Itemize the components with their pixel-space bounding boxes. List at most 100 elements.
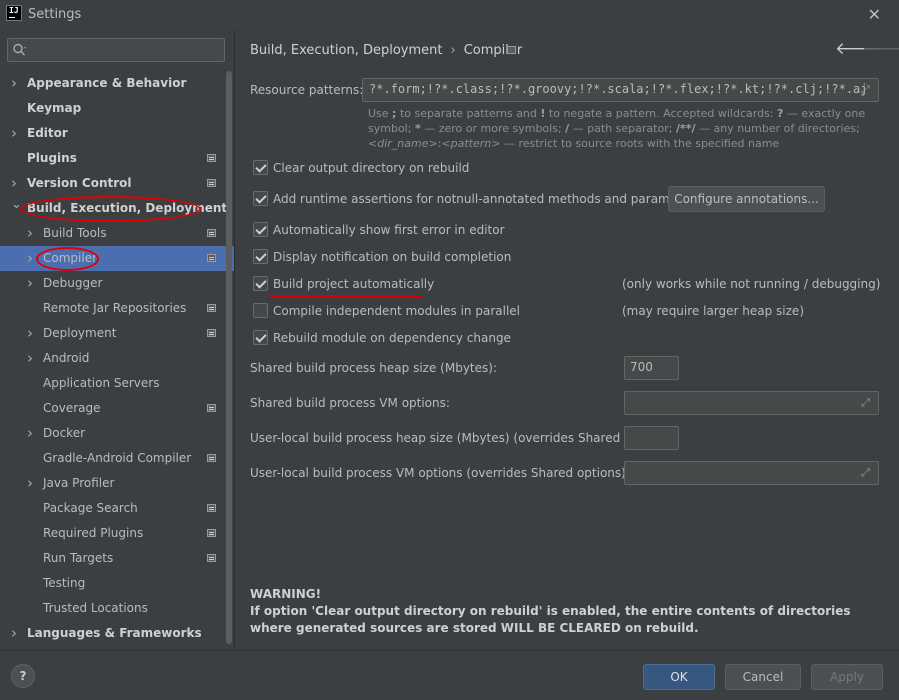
sidebar-item-package-search[interactable]: Package Search xyxy=(0,496,234,521)
project-scope-icon xyxy=(207,254,216,262)
sidebar-item-version-control[interactable]: › Version Control xyxy=(0,171,234,196)
vm-options-input[interactable]: ⤢ xyxy=(624,391,879,415)
sidebar-item-label: Package Search xyxy=(43,501,138,515)
project-scope-icon xyxy=(207,304,216,312)
intellij-logo-icon: IJ xyxy=(6,5,22,21)
sidebar-item-label: Debugger xyxy=(43,276,103,290)
resource-patterns-value: ?*.form;!?*.class;!?*.groovy;!?*.scala;!… xyxy=(369,82,868,96)
close-icon[interactable]: ✕ xyxy=(868,5,881,24)
window-title: Settings xyxy=(28,7,82,22)
help-button[interactable]: ? xyxy=(11,664,35,688)
sidebar-item-deployment[interactable]: › Deployment xyxy=(0,321,234,346)
heap-size-input[interactable]: 700 xyxy=(624,356,679,380)
sidebar-item-trusted-locations[interactable]: Trusted Locations xyxy=(0,596,234,621)
sidebar-item-compiler[interactable]: › Compiler xyxy=(0,246,234,271)
cancel-button[interactable]: Cancel xyxy=(725,664,801,690)
settings-tree: › Appearance & Behavior Keymap › Editor Plugi… xyxy=(0,71,234,646)
compile-parallel-note: (may require larger heap size) xyxy=(622,304,804,318)
user-vm-label: User-local build process VM options (ove… xyxy=(250,466,630,480)
sidebar-item-label: Compiler xyxy=(43,251,98,265)
expand-icon[interactable]: ⤢ xyxy=(861,397,873,409)
project-scope-icon xyxy=(207,154,216,162)
chevron-right-icon[interactable]: › xyxy=(27,246,33,271)
compile-parallel-checkbox[interactable] xyxy=(253,303,268,318)
ok-button[interactable]: OK xyxy=(643,664,715,690)
sidebar-item-gradle-android-compiler[interactable]: Gradle-Android Compiler xyxy=(0,446,234,471)
sidebar-scrollbar[interactable] xyxy=(226,71,232,644)
sidebar-item-label: Keymap xyxy=(27,101,82,115)
sidebar-item-application-servers[interactable]: Application Servers xyxy=(0,371,234,396)
chevron-down-icon[interactable]: ⌄ xyxy=(11,192,22,217)
annotation-underline-build-automatically xyxy=(270,295,422,297)
settings-sidebar: › Appearance & Behavior Keymap › Editor Plugi… xyxy=(0,30,234,650)
display-notification-checkbox[interactable] xyxy=(253,249,268,264)
sidebar-item-android[interactable]: › Android xyxy=(0,346,234,371)
chevron-right-icon[interactable]: › xyxy=(27,321,33,346)
user-heap-label: User-local build process heap size (Mbyt… xyxy=(250,431,657,445)
display-notification-label: Display notification on build completion xyxy=(273,250,512,264)
breadcrumb-parent[interactable]: Build, Execution, Deployment xyxy=(250,43,442,58)
clear-output-label: Clear output directory on rebuild xyxy=(273,161,470,175)
sidebar-item-label: Build Tools xyxy=(43,226,107,240)
runtime-assertions-label: Add runtime assertions for notnull-annot… xyxy=(273,192,701,206)
chevron-right-icon[interactable]: › xyxy=(27,421,33,446)
configure-annotations-button[interactable]: Configure annotations... xyxy=(668,186,825,212)
heap-size-value: 700 xyxy=(630,360,653,374)
build-automatically-checkbox[interactable] xyxy=(253,276,268,291)
clear-output-checkbox[interactable] xyxy=(253,160,268,175)
sidebar-item-label: Editor xyxy=(27,126,68,140)
sidebar-item-label: Docker xyxy=(43,426,86,440)
project-scope-icon xyxy=(207,454,216,462)
sidebar-item-required-plugins[interactable]: Required Plugins xyxy=(0,521,234,546)
user-heap-input[interactable] xyxy=(624,426,679,450)
rebuild-on-change-checkbox[interactable] xyxy=(253,330,268,345)
project-scope-icon xyxy=(507,46,516,54)
sidebar-item-run-targets[interactable]: Run Targets xyxy=(0,546,234,571)
sidebar-item-build-execution-deployment[interactable]: ⌄ Build, Execution, Deployment xyxy=(0,196,234,221)
runtime-assertions-checkbox[interactable] xyxy=(253,191,268,206)
chevron-right-icon[interactable]: › xyxy=(11,71,17,96)
sidebar-item-testing[interactable]: Testing xyxy=(0,571,234,596)
expand-icon[interactable]: ⤢ xyxy=(861,467,873,479)
sidebar-item-editor[interactable]: › Editor xyxy=(0,121,234,146)
chevron-right-icon[interactable]: › xyxy=(27,271,33,296)
sidebar-item-coverage[interactable]: Coverage xyxy=(0,396,234,421)
expand-icon[interactable]: ⤢ xyxy=(861,84,873,96)
settings-search-input[interactable] xyxy=(7,38,225,62)
project-scope-icon xyxy=(207,554,216,562)
project-scope-icon xyxy=(207,179,216,187)
warning-text: If option 'Clear output directory on reb… xyxy=(250,604,851,635)
sidebar-item-label: Testing xyxy=(43,576,86,590)
sidebar-item-build-tools[interactable]: › Build Tools xyxy=(0,221,234,246)
forward-arrow-icon: 🡒 xyxy=(862,39,899,59)
chevron-right-icon[interactable]: › xyxy=(27,346,33,371)
vm-options-label: Shared build process VM options: xyxy=(250,396,450,410)
apply-button: Apply xyxy=(811,664,883,690)
sidebar-item-label: Android xyxy=(43,351,90,365)
user-vm-input[interactable]: ⤢ xyxy=(624,461,879,485)
sidebar-item-label: Trusted Locations xyxy=(43,601,148,615)
chevron-right-icon[interactable]: › xyxy=(27,471,33,496)
resource-patterns-input[interactable]: ?*.form;!?*.class;!?*.groovy;!?*.scala;!… xyxy=(362,78,879,102)
sidebar-item-debugger[interactable]: › Debugger xyxy=(0,271,234,296)
project-scope-icon xyxy=(207,404,216,412)
chevron-right-icon[interactable]: › xyxy=(27,221,33,246)
sidebar-item-label: Languages & Frameworks xyxy=(27,626,202,640)
sidebar-item-languages-frameworks[interactable]: › Languages & Frameworks xyxy=(0,621,234,646)
compile-parallel-label: Compile independent modules in parallel xyxy=(273,304,520,318)
chevron-right-icon[interactable]: › xyxy=(11,121,17,146)
compiler-settings-panel: Build, Execution, Deployment › Compiler 🡐 … xyxy=(235,30,899,650)
sidebar-item-appearance-behavior[interactable]: › Appearance & Behavior xyxy=(0,71,234,96)
sidebar-item-keymap[interactable]: Keymap xyxy=(0,96,234,121)
sidebar-item-label: Deployment xyxy=(43,326,117,340)
breadcrumb-chevron-icon: › xyxy=(450,43,456,58)
sidebar-item-java-profiler[interactable]: › Java Profiler xyxy=(0,471,234,496)
sidebar-item-plugins[interactable]: Plugins xyxy=(0,146,234,171)
sidebar-item-remote-jar-repositories[interactable]: Remote Jar Repositories xyxy=(0,296,234,321)
show-first-error-checkbox[interactable] xyxy=(253,222,268,237)
sidebar-item-docker[interactable]: › Docker xyxy=(0,421,234,446)
project-scope-icon xyxy=(207,504,216,512)
chevron-right-icon[interactable]: › xyxy=(11,621,17,646)
rebuild-on-change-label: Rebuild module on dependency change xyxy=(273,331,511,345)
sidebar-item-label: Build, Execution, Deployment xyxy=(27,201,228,215)
